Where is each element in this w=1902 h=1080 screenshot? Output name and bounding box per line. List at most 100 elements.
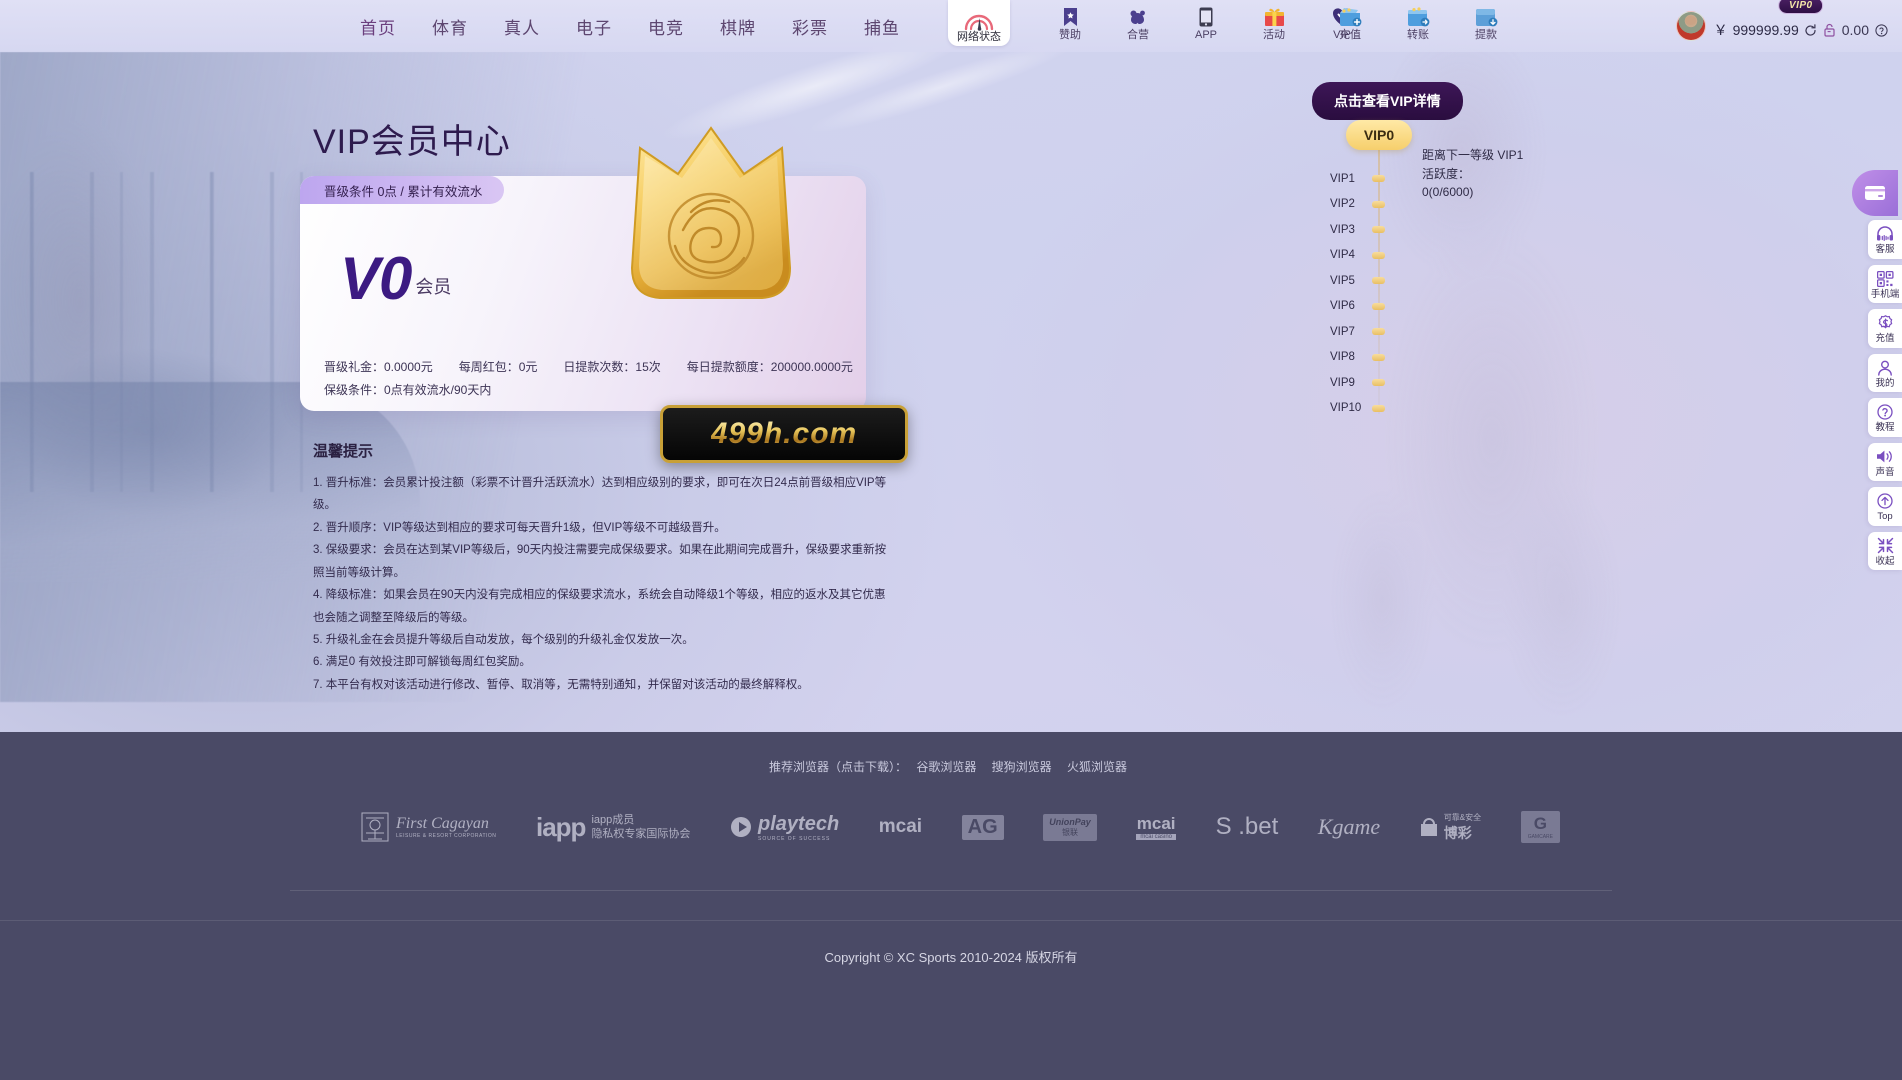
float-item-deposit-label: 充值 <box>1875 333 1895 344</box>
vip-level-row[interactable]: VIP9 <box>1302 370 1422 396</box>
mobile-phone-icon <box>1199 6 1213 27</box>
micai-logo: mcai <box>879 816 922 838</box>
micai-casino-logo-sub: mcai casino <box>1136 834 1176 840</box>
vip-level-row[interactable]: VIP4 <box>1302 243 1422 269</box>
tip-item: 2. 晋升顺序：VIP等级达到相应的要求可每天晋升1级，但VIP等级不可越级晋升… <box>313 521 726 534</box>
float-item-support-label: 客服 <box>1875 244 1895 255</box>
site-watermark: 499h.com <box>660 405 908 463</box>
transfer-wallet-icon <box>1405 6 1431 27</box>
float-item-deposit[interactable]: 充值 <box>1868 309 1902 348</box>
vip-level-row[interactable]: VIP5 <box>1302 268 1422 294</box>
balance-wrapper: VIP0 ￥ 999999.99 0.00 <box>1713 0 1888 40</box>
vip-level-marker <box>1372 404 1385 412</box>
network-status-label: 网络状态 <box>957 31 1001 43</box>
nav-item-sports[interactable]: 体育 <box>432 14 468 39</box>
nav-item-chess[interactable]: 棋牌 <box>720 14 756 39</box>
current-level-value: V0 <box>340 245 412 312</box>
current-vip-badge: VIP0 <box>1346 120 1412 150</box>
first-cagayan-logo: First Cagayan LEISURE & RESORT CORPORATI… <box>360 811 496 843</box>
header-icon-transfer[interactable]: 转账 <box>1396 6 1440 41</box>
person-icon <box>1877 359 1893 377</box>
vip-level-label: VIP10 <box>1330 402 1362 415</box>
stat-daily-withdraw-count: 日提款次数：15次 <box>563 360 661 374</box>
header-icon-affiliate[interactable]: 合营 <box>1116 6 1160 41</box>
header-icon-sponsor-label: 赞助 <box>1059 29 1081 41</box>
tip-item: 3. 保级要求：会员在达到某VIP等级后，90天内投注需要完成保级要求。如果在此… <box>313 544 887 579</box>
main-navigation: 首页 体育 真人 电子 电竞 棋牌 彩票 捕鱼 <box>360 0 900 52</box>
ag-logo-text: AG <box>961 814 1004 840</box>
browser-link-firefox[interactable]: 火狐浏览器 <box>1067 760 1127 774</box>
float-item-tutorial[interactable]: 教程 <box>1868 398 1902 437</box>
first-cagayan-logo-text: First Cagayan <box>396 815 489 832</box>
vip-level-marker <box>1372 277 1385 285</box>
header-icon-sponsor[interactable]: 赞助 <box>1048 6 1092 41</box>
nav-item-live[interactable]: 真人 <box>504 14 540 39</box>
vip-level-row[interactable]: VIP8 <box>1302 345 1422 371</box>
kgame-logo-text: Kgame <box>1317 814 1381 839</box>
vip-level-label: VIP8 <box>1330 351 1355 364</box>
account-area: VIP0 ￥ 999999.99 0.00 <box>1675 0 1888 52</box>
promotion-condition-badge: 晋级条件 0点 / 累计有效流水 <box>300 176 505 204</box>
user-avatar[interactable] <box>1675 11 1706 41</box>
kgame-logo: Kgame <box>1318 814 1380 840</box>
currency-symbol: ￥ <box>1713 22 1728 38</box>
bocai-logo-text: 博彩 <box>1443 824 1472 841</box>
header-icon-affiliate-label: 合营 <box>1127 29 1149 41</box>
tip-item: 5. 升级礼金在会员提升等级后自动发放，每个级别的升级礼金仅发放一次。 <box>313 633 694 646</box>
nav-item-home[interactable]: 首页 <box>360 14 396 39</box>
iapp-logo-sub1: iapp成员 <box>591 813 635 826</box>
header-icon-transfer-label: 转账 <box>1407 29 1429 41</box>
coin-gear-icon <box>1877 314 1894 332</box>
current-level-display: V0 会员 <box>340 245 452 312</box>
nav-item-esports[interactable]: 电竞 <box>648 14 684 39</box>
page-title: VIP会员中心 <box>313 123 511 161</box>
vip-level-label: VIP3 <box>1330 223 1355 236</box>
vip-level-row[interactable]: VIP2 <box>1302 192 1422 218</box>
nav-item-lottery[interactable]: 彩票 <box>792 14 828 39</box>
header-icon-deposit-label: 充值 <box>1339 29 1361 41</box>
header-icon-withdraw[interactable]: 提款 <box>1464 6 1508 41</box>
partner-logos: First Cagayan LEISURE & RESORT CORPORATI… <box>360 794 1560 860</box>
current-level-suffix: 会员 <box>415 277 452 298</box>
question-mark-icon[interactable] <box>1874 23 1888 37</box>
nav-item-slots[interactable]: 电子 <box>576 14 612 39</box>
arrow-up-circle-icon <box>1877 492 1893 510</box>
header-icon-app[interactable]: APP <box>1184 6 1228 41</box>
float-item-support[interactable]: 客服 <box>1868 220 1902 259</box>
site-header: 首页 体育 真人 电子 电竞 棋牌 彩票 捕鱼 网络状态 赞助 合营 APP 活… <box>0 0 1902 52</box>
browser-link-sogou[interactable]: 搜狗浏览器 <box>992 760 1052 774</box>
float-item-top-label: Top <box>1877 511 1893 522</box>
vip-level-row[interactable]: VIP3 <box>1302 217 1422 243</box>
header-icon-group-left: 赞助 合营 APP 活动 VIP <box>1048 6 1364 50</box>
vip-level-row[interactable]: VIP1 <box>1302 166 1422 192</box>
float-item-mobile[interactable]: 手机端 <box>1868 264 1902 303</box>
vip-level-label: VIP1 <box>1330 172 1355 185</box>
tip-item: 4. 降级标准：如果会员在90天内没有完成相应的保级要求流水，系统会自动降级1个… <box>313 589 886 624</box>
headset-icon <box>1876 225 1894 243</box>
vip-level-card: 晋级条件 0点 / 累计有效流水 V0 会员 晋级礼金：0.0000元 每周红包… <box>300 126 866 411</box>
card-collapse-icon[interactable] <box>1852 170 1898 216</box>
refresh-icon[interactable] <box>1804 23 1818 37</box>
vip-level-marker <box>1372 251 1385 259</box>
vip-level-row[interactable]: VIP10 <box>1302 396 1422 422</box>
header-icon-activity[interactable]: 活动 <box>1252 6 1296 41</box>
nav-item-fishing[interactable]: 捕鱼 <box>864 14 900 39</box>
float-item-mine[interactable]: 我的 <box>1868 353 1902 392</box>
header-icon-deposit[interactable]: 充值 <box>1328 6 1372 41</box>
float-item-sound[interactable]: 声音 <box>1868 442 1902 481</box>
browser-link-chrome[interactable]: 谷歌浏览器 <box>916 760 976 774</box>
vip-level-label: VIP7 <box>1330 325 1355 338</box>
bocai-logo-sub: 可靠&安全 <box>1443 812 1482 822</box>
stat-daily-withdraw-limit: 每日提款额度：200000.0000元 <box>686 360 853 374</box>
site-watermark-text: 499h.com <box>710 417 858 450</box>
next-level-info: 距离下一等级 VIP1 活跃度： 0(0/6000) <box>1422 148 1524 200</box>
network-status-button[interactable]: 网络状态 <box>948 0 1010 46</box>
vip-level-row[interactable]: VIP6 <box>1302 294 1422 320</box>
first-cagayan-logo-sub: LEISURE & RESORT CORPORATION <box>396 833 497 839</box>
float-item-collapse[interactable]: 收起 <box>1868 531 1902 570</box>
vip-detail-button[interactable]: 点击查看VIP详情 <box>1312 82 1463 120</box>
vip-level-marker <box>1372 328 1385 336</box>
vip-level-row[interactable]: VIP7 <box>1302 319 1422 345</box>
float-item-top[interactable]: Top <box>1868 487 1902 526</box>
recommended-browsers-label: 推荐浏览器（点击下载）： <box>768 760 907 774</box>
